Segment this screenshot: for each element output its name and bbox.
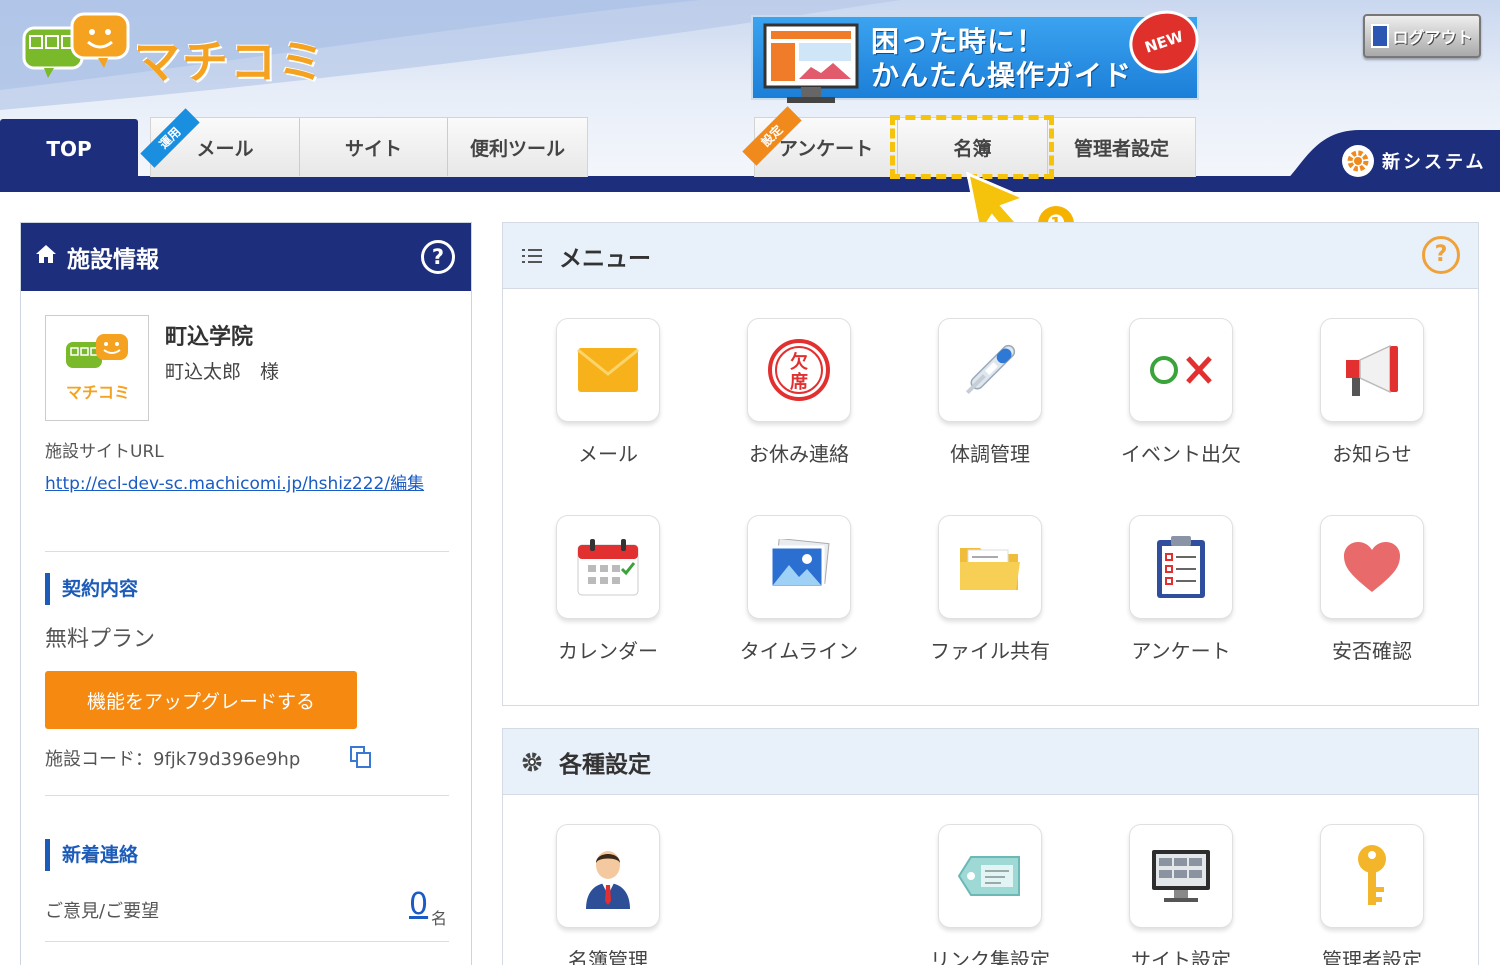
facility-help-icon[interactable]: ? — [421, 240, 455, 274]
gear-icon — [1342, 145, 1374, 177]
logo-text: マチコミ — [134, 35, 326, 89]
logout-button[interactable]: ログアウト — [1363, 14, 1481, 58]
opinion-count-link[interactable]: 0 — [409, 887, 428, 922]
settings-links-tile[interactable] — [938, 824, 1042, 928]
tab-admin-settings[interactable]: 管理者設定 — [1047, 118, 1195, 176]
site-url-link[interactable]: http://ecl-dev-sc.machicomi.jp/hshiz222/… — [45, 469, 424, 494]
menu-news-label: お知らせ — [1332, 442, 1412, 466]
envelope-icon — [577, 348, 639, 392]
logout-label: ログアウト — [1392, 28, 1473, 47]
menu-help-icon[interactable]: ? — [1422, 236, 1460, 274]
menu-survey-tile[interactable] — [1129, 515, 1233, 619]
stamp-text-top: 欠 — [790, 351, 808, 373]
news-section-title: 新着連絡 — [45, 839, 138, 871]
menu-health-label: 体調管理 — [950, 442, 1030, 466]
menu-panel-title: メニュー — [559, 245, 651, 272]
menu-fileshare-tile[interactable] — [938, 515, 1042, 619]
tab-tools[interactable]: 便利ツール — [447, 118, 587, 176]
person-icon — [586, 851, 630, 909]
site-url-label: 施設サイトURL — [45, 442, 164, 462]
calendar-icon — [577, 539, 639, 596]
new-badge: NEW — [1121, 1, 1207, 83]
menu-safety-tile[interactable] — [1320, 515, 1424, 619]
facility-panel-title: 施設情報 — [67, 247, 159, 273]
menu-panel-header: メニュー ? — [503, 223, 1478, 289]
gear-icon — [522, 752, 542, 771]
heart-icon — [1344, 542, 1400, 592]
facility-panel: 施設情報 ? マチコミ 町込学院 町込太郎 様 施設サイトURL http://… — [20, 222, 472, 965]
settings-site-label: サイト設定 — [1131, 948, 1231, 965]
menu-absence-label: お休み連絡 — [749, 442, 849, 466]
menu-timeline-label: タイムライン — [739, 639, 859, 663]
settings-roster-tile[interactable] — [556, 824, 660, 928]
facility-logo-text: マチコミ — [66, 383, 130, 402]
facility-panel-header: 施設情報 ? — [21, 223, 471, 291]
menu-event-label: イベント出欠 — [1121, 442, 1241, 466]
new-system-label: 新システム — [1382, 152, 1487, 173]
settings-links-label: リンク集設定 — [930, 948, 1050, 965]
clipboard-icon — [1157, 536, 1205, 598]
banner-text: 困った時に！ かんたん操作ガイド — [871, 25, 1133, 92]
tabgroup-operations: メール サイト 便利ツール — [150, 117, 588, 177]
tab-site[interactable]: サイト — [299, 118, 447, 176]
upgrade-button[interactable]: 機能をアップグレードする — [45, 671, 357, 729]
monitor-illustration-icon — [763, 23, 859, 103]
new-system-link[interactable]: 新システム — [1342, 145, 1486, 177]
thermometer-icon — [965, 344, 1016, 395]
settings-admin-tile[interactable] — [1320, 824, 1424, 928]
copy-icon[interactable] — [349, 745, 373, 769]
list-icon — [522, 248, 542, 263]
menu-fileshare-label: ファイル共有 — [930, 639, 1050, 663]
settings-site-tile[interactable] — [1129, 824, 1233, 928]
navbar — [0, 176, 1500, 192]
tab-top[interactable]: TOP — [0, 119, 138, 179]
opinion-label: ご意見/ご要望 — [45, 901, 160, 922]
menu-health-tile[interactable] — [938, 318, 1042, 422]
menu-calendar-tile[interactable] — [556, 515, 660, 619]
circle-cross-icon — [1150, 356, 1212, 384]
facility-logo: マチコミ — [45, 315, 149, 421]
absence-stamp-icon: 欠 席 — [768, 339, 830, 401]
logo-mascot-icon — [22, 12, 130, 78]
menu-event-tile[interactable] — [1129, 318, 1233, 422]
house-icon — [35, 244, 57, 270]
megaphone-icon — [1346, 344, 1398, 396]
site-logo[interactable]: マチコミ — [22, 12, 332, 89]
menu-safety-label: 安否確認 — [1332, 639, 1412, 663]
menu-mail-tile[interactable] — [556, 318, 660, 422]
menu-survey-label: アンケート — [1131, 639, 1231, 663]
link-tag-icon — [957, 856, 1020, 896]
key-icon — [1358, 845, 1386, 905]
divider — [45, 551, 449, 552]
menu-timeline-tile[interactable] — [747, 515, 851, 619]
facility-user: 町込太郎 様 — [165, 361, 280, 383]
facility-code: 施設コード：9fjk79d396e9hp — [45, 749, 301, 770]
divider — [45, 941, 449, 942]
guide-banner[interactable]: 困った時に！ かんたん操作ガイド NEW — [751, 1, 1207, 103]
menu-calendar-label: カレンダー — [558, 639, 658, 663]
menu-absence-tile[interactable]: 欠 席 — [747, 318, 851, 422]
opinion-unit: 名 — [431, 909, 448, 928]
facility-name: 町込学院 — [165, 325, 254, 350]
divider — [45, 795, 449, 796]
settings-panel-header: 各種設定 — [503, 729, 1478, 795]
header: マチコミ 困った時に！ かんたん操作ガイド NEW ログアウト 新システム TO… — [0, 0, 1500, 192]
stamp-text-bottom: 席 — [790, 371, 808, 393]
logout-door-icon — [1371, 24, 1390, 48]
menu-mail-label: メール — [578, 442, 638, 466]
app-root: マチコミ 困った時に！ かんたん操作ガイド NEW ログアウト 新システム TO… — [0, 0, 1500, 965]
monitor-icon — [1152, 850, 1210, 902]
menu-news-tile[interactable] — [1320, 318, 1424, 422]
photo-icon — [769, 539, 830, 589]
folder-icon — [960, 548, 1020, 590]
plan-name: 無料プラン — [45, 627, 156, 652]
settings-roster-label: 名簿管理 — [568, 948, 648, 965]
settings-admin-label: 管理者設定 — [1322, 948, 1422, 965]
contract-section-title: 契約内容 — [45, 573, 138, 605]
settings-panel-title: 各種設定 — [559, 751, 651, 778]
